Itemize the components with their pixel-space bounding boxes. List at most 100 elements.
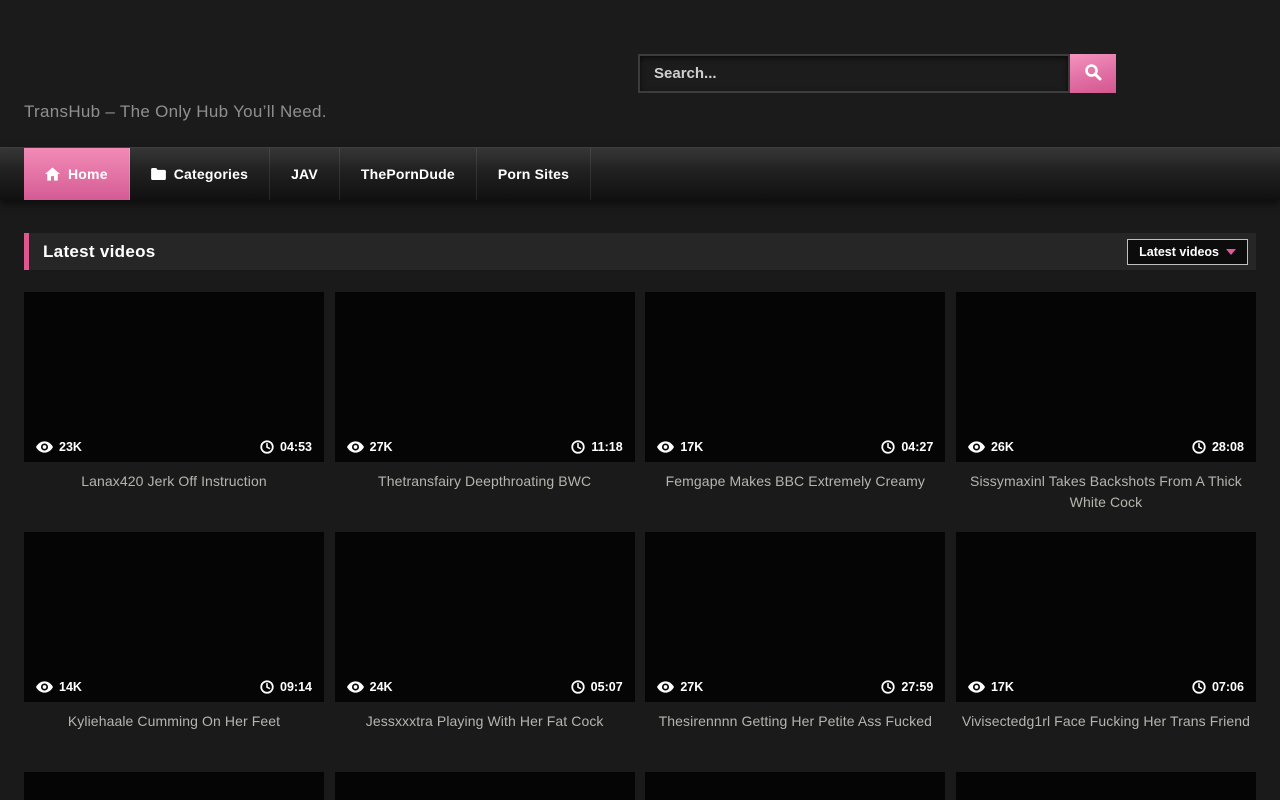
nav-item-categories[interactable]: Categories bbox=[130, 148, 270, 200]
sort-dropdown-label: Latest videos bbox=[1139, 245, 1219, 259]
video-card[interactable]: 23K 04:53 Lanax420 Jerk Off Instruction bbox=[24, 292, 324, 532]
video-title[interactable]: Jessxxxtra Playing With Her Fat Cock bbox=[335, 702, 635, 732]
video-card[interactable]: 27K 11:18 Thetransfairy Deepthroating BW… bbox=[335, 292, 635, 532]
video-stats: 17K 07:06 bbox=[956, 672, 1256, 702]
search-button[interactable] bbox=[1070, 54, 1116, 93]
video-thumbnail-partial[interactable] bbox=[335, 772, 635, 800]
duration-stat: 04:53 bbox=[260, 440, 312, 454]
video-card[interactable] bbox=[645, 772, 945, 800]
video-thumbnail[interactable]: 17K 07:06 bbox=[956, 532, 1256, 702]
video-title[interactable]: Vivisectedg1rl Face Fucking Her Trans Fr… bbox=[956, 702, 1256, 732]
video-stats: 26K 28:08 bbox=[956, 432, 1256, 462]
views-stat: 27K bbox=[347, 440, 393, 454]
views-count: 17K bbox=[991, 680, 1014, 694]
video-title[interactable]: Femgape Makes BBC Extremely Creamy bbox=[645, 462, 945, 492]
views-count: 14K bbox=[59, 680, 82, 694]
duration-stat: 04:27 bbox=[881, 440, 933, 454]
video-card[interactable]: 24K 05:07 Jessxxxtra Playing With Her Fa… bbox=[335, 532, 635, 772]
duration-value: 09:14 bbox=[280, 680, 312, 694]
video-thumbnail[interactable]: 27K 11:18 bbox=[335, 292, 635, 462]
duration-stat: 07:06 bbox=[1192, 680, 1244, 694]
views-stat: 17K bbox=[968, 680, 1014, 694]
views-count: 23K bbox=[59, 440, 82, 454]
duration-value: 05:07 bbox=[591, 680, 623, 694]
video-card[interactable]: 14K 09:14 Kyliehaale Cumming On Her Feet bbox=[24, 532, 324, 772]
duration-stat: 11:18 bbox=[571, 440, 622, 454]
nav-items: Home Categories JAV ThePornDude Porn Sit… bbox=[24, 148, 1280, 200]
views-count: 27K bbox=[370, 440, 393, 454]
video-thumbnail[interactable]: 27K 27:59 bbox=[645, 532, 945, 702]
clock-icon bbox=[1192, 680, 1206, 694]
video-thumbnail-partial[interactable] bbox=[645, 772, 945, 800]
duration-value: 28:08 bbox=[1212, 440, 1244, 454]
views-stat: 23K bbox=[36, 440, 82, 454]
clock-icon bbox=[260, 440, 274, 454]
video-card[interactable] bbox=[956, 772, 1256, 800]
views-stat: 27K bbox=[657, 680, 703, 694]
video-stats: 23K 04:53 bbox=[24, 432, 324, 462]
nav-item-jav[interactable]: JAV bbox=[270, 148, 340, 200]
sort-dropdown[interactable]: Latest videos bbox=[1127, 239, 1248, 265]
nav-item-label: Home bbox=[68, 166, 108, 182]
duration-value: 11:18 bbox=[591, 440, 622, 454]
nav-item-label: JAV bbox=[291, 166, 318, 182]
video-card[interactable]: 27K 27:59 Thesirennnn Getting Her Petite… bbox=[645, 532, 945, 772]
views-stat: 17K bbox=[657, 440, 703, 454]
clock-icon bbox=[571, 680, 585, 694]
duration-stat: 27:59 bbox=[881, 680, 933, 694]
views-count: 17K bbox=[680, 440, 703, 454]
views-stat: 26K bbox=[968, 440, 1014, 454]
video-title[interactable]: Kyliehaale Cumming On Her Feet bbox=[24, 702, 324, 732]
video-stats: 27K 11:18 bbox=[335, 432, 635, 462]
main-nav: Home Categories JAV ThePornDude Porn Sit… bbox=[0, 147, 1280, 200]
video-stats: 27K 27:59 bbox=[645, 672, 945, 702]
nav-item-label: ThePornDude bbox=[361, 166, 455, 182]
video-thumbnail-partial[interactable] bbox=[956, 772, 1256, 800]
nav-item-label: Categories bbox=[174, 166, 248, 182]
views-count: 26K bbox=[991, 440, 1014, 454]
video-card[interactable] bbox=[24, 772, 324, 800]
video-thumbnail[interactable]: 14K 09:14 bbox=[24, 532, 324, 702]
views-count: 24K bbox=[370, 680, 393, 694]
duration-value: 04:27 bbox=[901, 440, 933, 454]
nav-item-theporndude[interactable]: ThePornDude bbox=[340, 148, 477, 200]
duration-stat: 09:14 bbox=[260, 680, 312, 694]
duration-value: 07:06 bbox=[1212, 680, 1244, 694]
video-card[interactable] bbox=[335, 772, 635, 800]
home-icon bbox=[45, 167, 60, 181]
video-card[interactable]: 17K 07:06 Vivisectedg1rl Face Fucking He… bbox=[956, 532, 1256, 772]
magnifier-icon bbox=[1084, 63, 1102, 84]
video-grid: 23K 04:53 Lanax420 Jerk Off Instruction bbox=[24, 292, 1256, 800]
page: TransHub – The Only Hub You’ll Need. Hom… bbox=[0, 0, 1280, 800]
eye-icon bbox=[968, 681, 985, 693]
search-form bbox=[638, 54, 1116, 93]
video-title[interactable]: Lanax420 Jerk Off Instruction bbox=[24, 462, 324, 492]
clock-icon bbox=[881, 680, 895, 694]
duration-stat: 05:07 bbox=[571, 680, 623, 694]
nav-item-label: Porn Sites bbox=[498, 166, 569, 182]
clock-icon bbox=[1192, 440, 1206, 454]
site-header: TransHub – The Only Hub You’ll Need. bbox=[0, 0, 1280, 147]
duration-value: 27:59 bbox=[901, 680, 933, 694]
views-stat: 14K bbox=[36, 680, 82, 694]
caret-down-icon bbox=[1226, 249, 1236, 255]
clock-icon bbox=[571, 440, 585, 454]
clock-icon bbox=[881, 440, 895, 454]
video-thumbnail[interactable]: 23K 04:53 bbox=[24, 292, 324, 462]
eye-icon bbox=[657, 681, 674, 693]
nav-item-home[interactable]: Home bbox=[24, 148, 130, 200]
views-stat: 24K bbox=[347, 680, 393, 694]
video-card[interactable]: 17K 04:27 Femgape Makes BBC Extremely Cr… bbox=[645, 292, 945, 532]
video-title[interactable]: Sissymaxinl Takes Backshots From A Thick… bbox=[956, 462, 1256, 512]
video-title[interactable]: Thetransfairy Deepthroating BWC bbox=[335, 462, 635, 492]
clock-icon bbox=[260, 680, 274, 694]
video-thumbnail-partial[interactable] bbox=[24, 772, 324, 800]
nav-item-porn-sites[interactable]: Porn Sites bbox=[477, 148, 591, 200]
eye-icon bbox=[36, 441, 53, 453]
video-thumbnail[interactable]: 26K 28:08 bbox=[956, 292, 1256, 462]
video-card[interactable]: 26K 28:08 Sissymaxinl Takes Backshots Fr… bbox=[956, 292, 1256, 532]
video-title[interactable]: Thesirennnn Getting Her Petite Ass Fucke… bbox=[645, 702, 945, 732]
video-thumbnail[interactable]: 24K 05:07 bbox=[335, 532, 635, 702]
search-input[interactable] bbox=[638, 54, 1070, 93]
video-thumbnail[interactable]: 17K 04:27 bbox=[645, 292, 945, 462]
